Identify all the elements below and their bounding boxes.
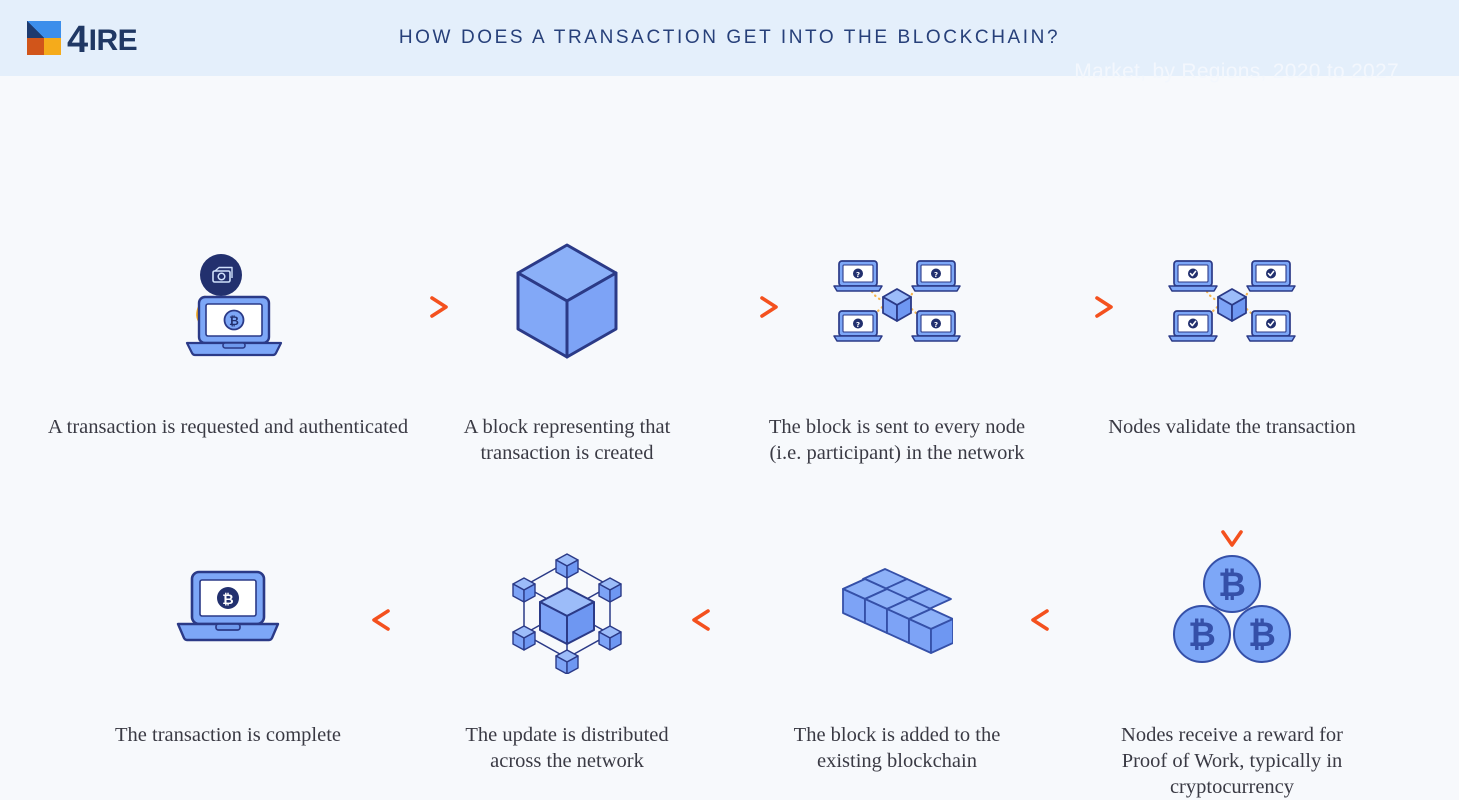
page-title: HOW DOES A TRANSACTION GET INTO THE BLOC…	[398, 27, 1061, 48]
step-2-caption: A block representing that transaction is…	[463, 416, 671, 464]
svg-text:₿: ₿	[1218, 565, 1246, 605]
page-header: 4 IRE HOW DOES A TRANSACTION GET INTO THE…	[0, 0, 1459, 76]
svg-text:?: ?	[934, 271, 938, 279]
arrow-step4-to-step5	[1212, 479, 1252, 551]
step-6-illustration	[841, 544, 953, 674]
svg-text:₿: ₿	[1188, 615, 1216, 655]
step-1-illustration: ₿	[173, 236, 283, 366]
transaction-complete-laptop-icon: ₿	[176, 570, 280, 642]
step-3-illustration: ? ? ? ?	[833, 236, 961, 366]
step-1-transaction-requested: ₿ A transaction is requested and authent…	[28, 236, 428, 440]
step-6-block-added: The block is added to the existing block…	[747, 544, 1047, 774]
arrow-step6-to-step7	[688, 604, 778, 636]
block-broadcast-network-icon: ? ? ? ?	[833, 260, 961, 342]
single-block-cube-icon	[516, 243, 618, 359]
arrow-step3-to-step4	[1027, 291, 1117, 323]
step-8-caption-wrap: The transaction is complete	[115, 722, 341, 748]
svg-text:?: ?	[856, 271, 860, 279]
step-2-caption-wrap: A block representing that transaction is…	[464, 414, 671, 466]
svg-text:₿: ₿	[1248, 615, 1276, 655]
blockchain-blocks-row-icon	[842, 568, 953, 654]
arrow-step1-to-step2	[362, 291, 452, 323]
svg-text:?: ?	[856, 321, 860, 329]
step-8-transaction-complete: ₿ The transaction is complete	[78, 544, 378, 748]
step-7-update-distributed: The update is distributed across the net…	[417, 544, 717, 774]
step-8-illustration: ₿	[176, 544, 280, 674]
arrow-step7-to-step8	[368, 604, 458, 636]
arrow-step5-to-step6	[1027, 604, 1117, 636]
svg-text:₿: ₿	[229, 314, 239, 328]
distributed-network-cubes-icon	[512, 553, 622, 674]
step-1-caption-wrap: A transaction is requested and authentic…	[48, 414, 408, 440]
step-3-caption: The block is sent to every node (i.e. pa…	[768, 416, 1026, 464]
arrow-step2-to-step3	[692, 291, 782, 323]
step-3-block-broadcast: ? ? ? ? The block is sent to every node …	[747, 236, 1047, 466]
step-7-caption: The update is distributed across the net…	[465, 724, 669, 772]
svg-text:₿: ₿	[222, 592, 233, 608]
step-4-caption: Nodes validate the transaction	[1108, 416, 1356, 438]
step-4-caption-wrap: Nodes validate the transaction	[1108, 414, 1356, 440]
step-7-illustration	[502, 544, 632, 674]
step-5-nodes-reward: ₿ ₿ ₿ Nodes receive a reward for Proof o…	[1082, 544, 1382, 800]
svg-text:?: ?	[934, 321, 938, 329]
bitcoin-reward-coins-icon: ₿ ₿ ₿	[1173, 555, 1291, 663]
step-4-nodes-validate: Nodes validate the transaction	[1082, 236, 1382, 440]
step-1-caption: A transaction is requested and authentic…	[47, 416, 409, 438]
step-6-caption: The block is added to the existing block…	[793, 724, 1001, 772]
step-2-illustration	[512, 236, 622, 366]
step-8-caption: The transaction is complete	[115, 724, 341, 746]
step-7-caption-wrap: The update is distributed across the net…	[465, 722, 668, 774]
transaction-request-laptop-icon: ₿	[185, 254, 283, 357]
step-3-caption-wrap: The block is sent to every node (i.e. pa…	[769, 414, 1025, 466]
step-4-illustration	[1168, 236, 1296, 366]
step-2-block-created: A block representing that transaction is…	[417, 236, 717, 466]
step-5-caption: Nodes receive a reward for Proof of Work…	[1121, 724, 1343, 798]
step-6-caption-wrap: The block is added to the existing block…	[794, 722, 1001, 774]
step-5-caption-wrap: Nodes receive a reward for Proof of Work…	[1121, 722, 1343, 800]
step-5-illustration: ₿ ₿ ₿	[1171, 544, 1293, 674]
nodes-validate-network-icon	[1168, 260, 1296, 342]
infographic-stage: ₿ A transaction is requested and authent…	[0, 76, 1459, 800]
